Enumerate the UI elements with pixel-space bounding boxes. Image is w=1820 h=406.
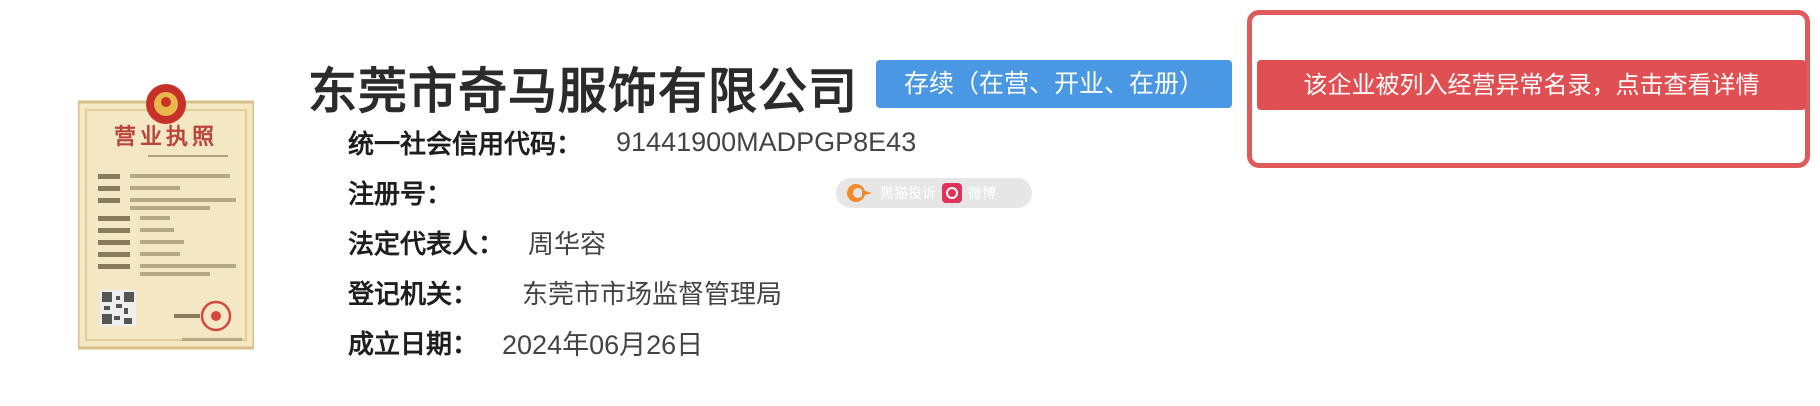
- weibo-icon: [942, 183, 962, 203]
- watermark-overlay: 黑猫投诉 微博: [836, 178, 1032, 208]
- watermark-left-text: 黑猫投诉: [880, 186, 936, 202]
- establishment-date-value: 2024年06月26日: [502, 329, 704, 360]
- establishment-date-label: 成立日期：: [348, 329, 479, 360]
- registration-authority-row: 登记机关： 东莞市市场监督管理局: [348, 275, 783, 310]
- abnormal-list-notice-button[interactable]: 该企业被列入经营异常名录，点击查看详情: [1257, 60, 1806, 110]
- credit-code-label: 统一社会信用代码：: [348, 129, 583, 160]
- registration-number-row: 注册号：: [348, 175, 453, 210]
- registration-authority-value: 东莞市市场监督管理局: [522, 279, 783, 310]
- registration-number-label: 注册号：: [348, 179, 453, 210]
- watermark-right-text: 微博: [968, 186, 996, 202]
- legal-representative-label: 法定代表人：: [348, 229, 505, 260]
- registration-authority-label: 登记机关：: [348, 279, 479, 310]
- credit-code-value: 91441900MADPGP8E43: [616, 126, 917, 157]
- license-title: 营业执照: [114, 124, 218, 150]
- legal-representative-row: 法定代表人： 周华容: [348, 224, 606, 261]
- legal-representative-value[interactable]: 周华容: [528, 224, 606, 261]
- company-name: 东莞市奇马服饰有限公司: [308, 62, 859, 120]
- business-license-image[interactable]: 营业执照: [78, 82, 254, 350]
- establishment-date-row: 成立日期： 2024年06月26日: [348, 325, 704, 360]
- credit-code-row: 统一社会信用代码： 91441900MADPGP8E43: [348, 125, 917, 160]
- cat-logo-icon: [847, 184, 872, 202]
- status-badge: 存续（在营、开业、在册）: [876, 60, 1232, 108]
